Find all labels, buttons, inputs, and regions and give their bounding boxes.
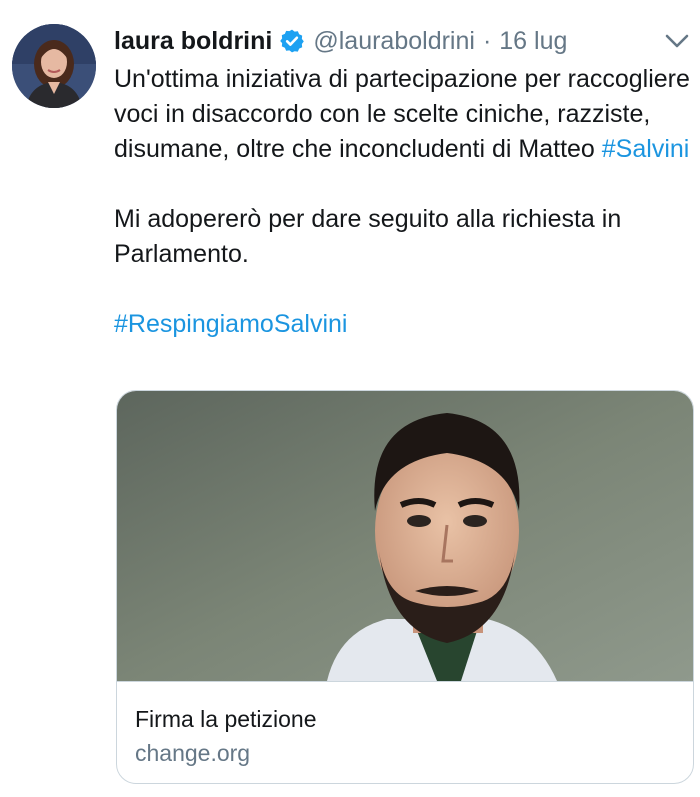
card-title[interactable]: Firma la petizione <box>135 704 693 734</box>
tweet-paragraph: Mi adopererò per dare seguito alla richi… <box>114 202 694 272</box>
author-name[interactable]: laura boldrini <box>114 24 272 58</box>
tweet-date[interactable]: 16 lug <box>499 24 567 58</box>
card-image[interactable] <box>117 391 693 681</box>
author-handle[interactable]: @lauraboldrini <box>313 24 475 58</box>
tweet-header: laura boldrini @lauraboldrini · 16 lug <box>114 24 567 58</box>
tweet-text: Un'ottima iniziativa di partecipazione p… <box>114 62 694 342</box>
verified-badge-icon <box>279 28 305 54</box>
card-meta[interactable]: Firma la petizione change.org <box>117 681 693 768</box>
hashtag-link[interactable]: #RespingiamoSalvini <box>114 310 347 338</box>
tweet-paragraph: #RespingiamoSalvini <box>114 307 694 342</box>
chevron-down-icon[interactable] <box>663 30 691 52</box>
link-card[interactable]: Firma la petizione change.org <box>116 390 694 784</box>
tweet-text-segment: Mi adopererò per dare seguito alla richi… <box>114 205 622 268</box>
hashtag-link[interactable]: #Salvini <box>602 135 690 163</box>
avatar[interactable] <box>12 24 96 108</box>
card-domain[interactable]: change.org <box>135 738 693 768</box>
header-separator: · <box>482 27 492 55</box>
tweet: laura boldrini @lauraboldrini · 16 lug U… <box>0 0 700 797</box>
tweet-paragraph: Un'ottima iniziativa di partecipazione p… <box>114 62 694 167</box>
